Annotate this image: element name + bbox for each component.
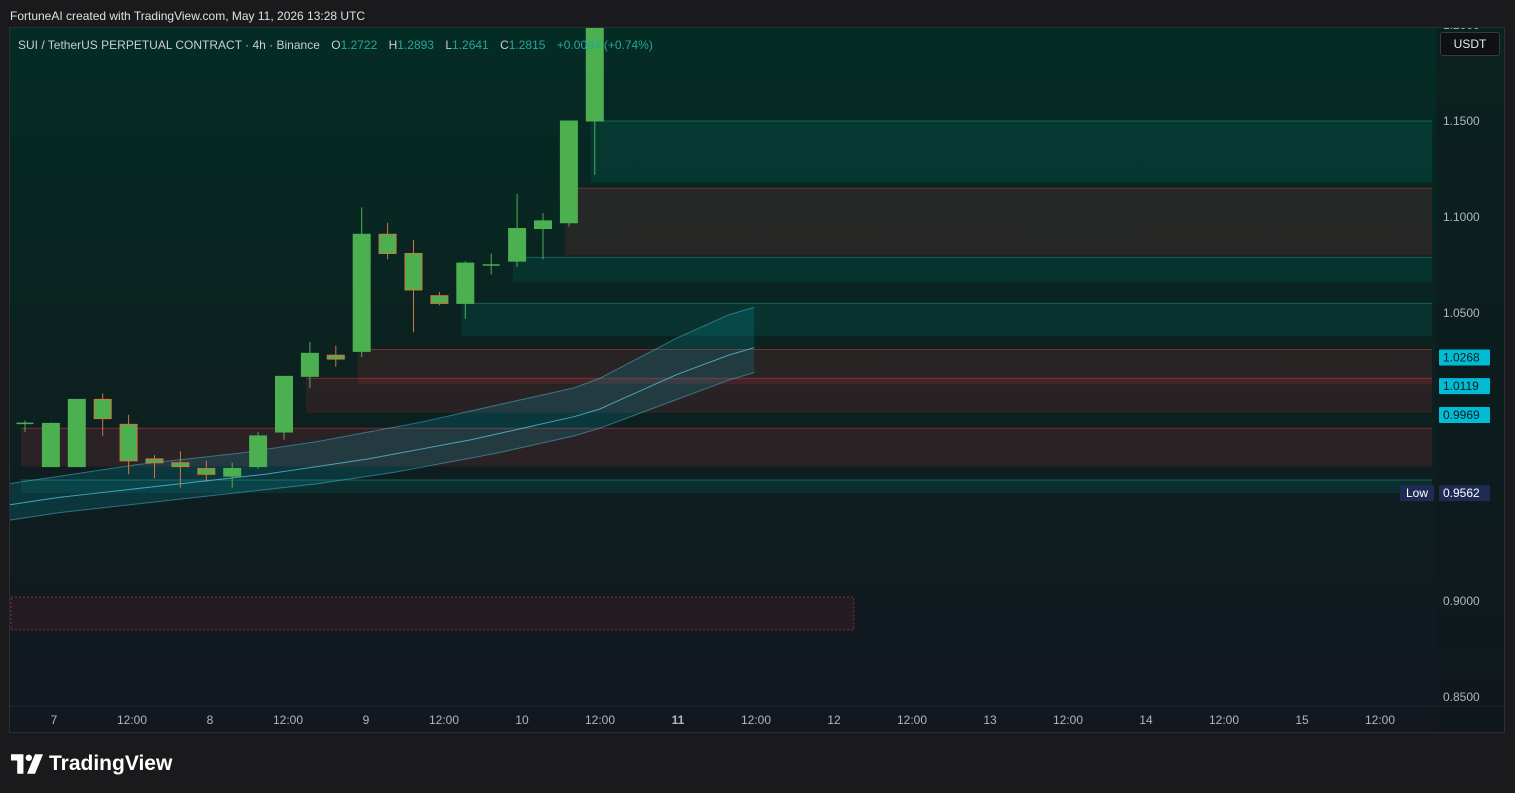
low-value: 1.2641 [452,38,489,52]
price-level-label: 1.0268 [1439,349,1490,366]
candle-body [352,233,371,352]
candle-body [249,435,268,468]
candle-body [534,220,552,230]
x-tick-label: 12:00 [897,713,927,727]
x-tick-label: 12:00 [741,713,771,727]
y-tick-label: 0.8500 [1443,690,1480,704]
price-level-label: 0.9969 [1439,406,1490,423]
candle-body [223,468,242,477]
price-label-tag-text: Low [1406,486,1428,500]
low-label: L [445,38,453,52]
open-value: 1.2722 [340,38,378,52]
candle-body [326,354,345,360]
chart-pane[interactable]: 1.45001.40001.35001.30001.25001.20001.15… [9,27,1505,733]
currency-button[interactable]: USDT [1440,32,1500,56]
price-label-value: 0.9562 [1443,486,1480,500]
candle-body [456,262,475,304]
x-tick-label: 12:00 [1365,713,1395,727]
tradingview-wordmark: TradingView [49,752,173,775]
price-label-value: 1.0268 [1443,351,1480,365]
x-tick-label: 12:00 [1209,713,1239,727]
close-label: C [500,38,509,52]
x-tick-label: 8 [207,713,214,727]
supply-demand-zone [590,121,1432,183]
candle-body [67,398,86,468]
x-tick-label: 12:00 [273,713,303,727]
x-tick-label: 12:00 [585,713,615,727]
candle-body [508,228,527,262]
x-tick-label: 14 [1139,713,1153,727]
x-tick-label: 13 [983,713,997,727]
price-label-value: 0.9969 [1443,408,1480,422]
supply-demand-zone [461,303,1432,337]
liquidity-box [10,596,855,631]
y-tick-label: 1.0500 [1443,306,1480,320]
y-tick-label: 1.1000 [1443,210,1480,224]
y-tick-label: 1.1500 [1443,114,1480,128]
x-tick-label: 12:00 [117,713,147,727]
price-label-low: Low 0.9562 [1400,485,1490,502]
x-tick-label: 15 [1295,713,1309,727]
change-value: +0.0094 (+0.74%) [556,38,653,52]
candle-body [300,352,319,377]
price-label-value: 1.0119 [1443,379,1479,393]
supply-demand-zone [564,188,1432,256]
tradingview-logo-icon [11,754,43,774]
x-tick-label: 12 [827,713,841,727]
price-chart[interactable]: 1.45001.40001.35001.30001.25001.20001.15… [10,28,1505,733]
candle-body [93,398,112,420]
y-tick-label: 0.9000 [1443,594,1480,608]
candle-body [197,468,216,475]
x-tick-label: 10 [515,713,529,727]
candle-body [430,295,449,304]
x-tick-label: 11 [672,713,685,727]
candle-body [41,422,60,468]
high-value: 1.2893 [397,38,434,52]
supply-demand-zone [513,257,1432,283]
x-tick-label: 9 [363,713,370,727]
candle-body [171,462,190,468]
x-tick-label: 7 [51,713,58,727]
candle-body [559,120,578,224]
chart-caption: FortuneAI created with TradingView.com, … [10,9,366,23]
candle-body [119,423,138,462]
price-level-label: 1.0119 [1439,378,1490,395]
candle-body [275,375,293,433]
symbol-title[interactable]: SUI / TetherUS PERPETUAL CONTRACT · 4h ·… [18,38,320,52]
tradingview-logo[interactable]: TradingView [11,752,172,776]
x-tick-label: 12:00 [1053,713,1083,727]
candle-body [404,252,423,291]
x-tick-label: 12:00 [429,713,459,727]
supply-demand-zone [305,378,1432,413]
close-value: 1.2815 [508,38,546,52]
chart-legend-header: SUI / TetherUS PERPETUAL CONTRACT · 4h ·… [18,38,653,52]
candle-body [145,458,164,464]
candle-body [378,233,397,254]
open-label: O [331,38,341,52]
high-label: H [388,38,398,52]
